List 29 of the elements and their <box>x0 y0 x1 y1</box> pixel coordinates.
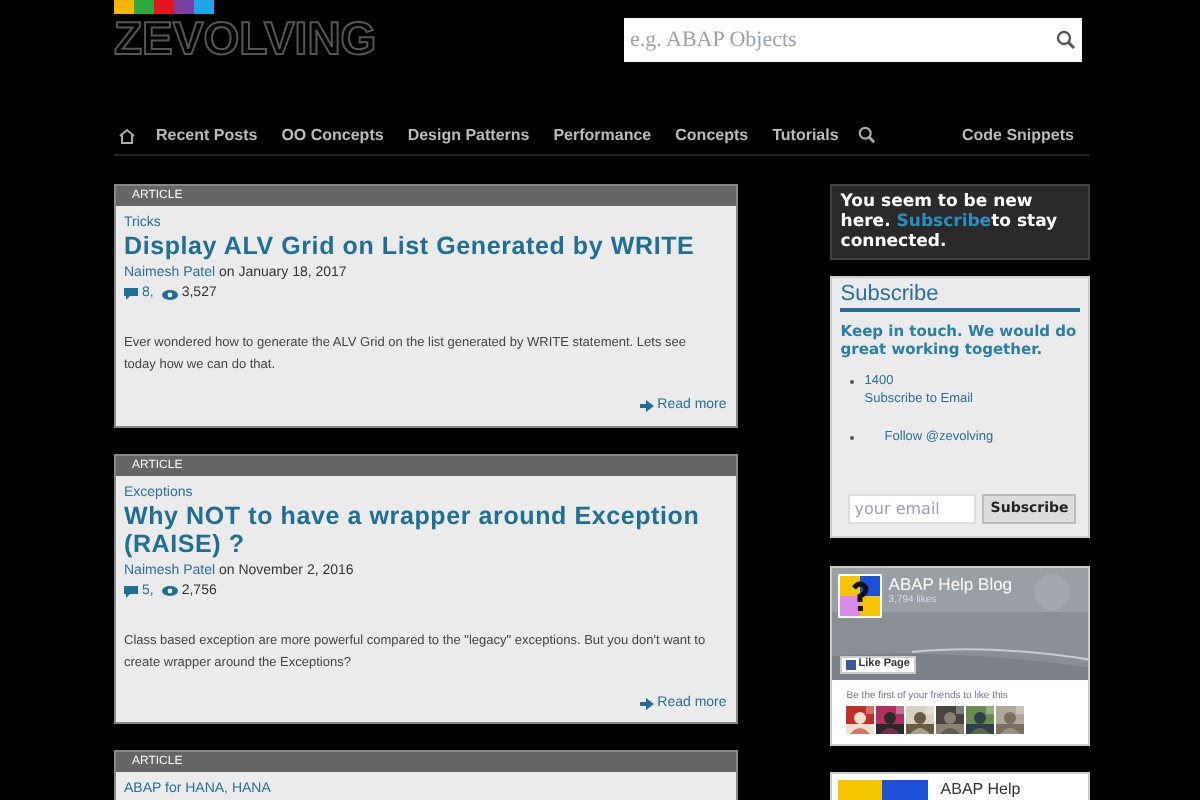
nav-link[interactable]: Performance <box>553 123 652 147</box>
welcome-message: You seem to be new here. Subscribeto stay connected. <box>830 184 1090 260</box>
subscribe-link[interactable]: Subscribe <box>896 212 992 232</box>
eye-icon <box>161 289 178 299</box>
home-icon[interactable] <box>118 127 136 143</box>
article-title[interactable]: Display ALV Grid on List Generated by WRITE <box>124 232 729 260</box>
nav-link[interactable]: Design Patterns <box>407 123 530 147</box>
page-logo[interactable] <box>838 574 883 618</box>
nav-link[interactable]: Concepts <box>675 123 749 147</box>
like-icon <box>846 660 857 670</box>
email-field[interactable]: your email <box>848 494 977 524</box>
arrow-icon <box>639 697 654 710</box>
nav-link[interactable]: Tutorials <box>772 123 839 147</box>
nav-link[interactable]: Code Snippets <box>961 123 1074 147</box>
page-name[interactable]: ABAP Help <box>940 780 1021 800</box>
panel-title: Subscribe <box>840 280 1080 312</box>
nav-link[interactable]: OO Concepts <box>281 123 384 147</box>
comment-icon <box>124 288 138 300</box>
search-field[interactable]: e.g. ABAP Objects <box>624 18 1082 62</box>
search-icon[interactable] <box>1056 30 1076 50</box>
page-name[interactable]: ABAP Help Blog <box>888 574 1013 594</box>
search-input[interactable]: e.g. ABAP Objects <box>630 23 1056 57</box>
nav-link[interactable]: Recent Posts <box>156 123 258 147</box>
search-icon[interactable] <box>858 126 877 144</box>
comment-icon <box>124 585 138 597</box>
article-title[interactable]: Why NOT to have a wrapper around Exception (RAISE) ? <box>124 501 729 557</box>
arrow-icon <box>639 400 654 413</box>
eye-icon <box>161 586 178 596</box>
site-logo[interactable]: ZEVOLVING <box>114 14 434 62</box>
